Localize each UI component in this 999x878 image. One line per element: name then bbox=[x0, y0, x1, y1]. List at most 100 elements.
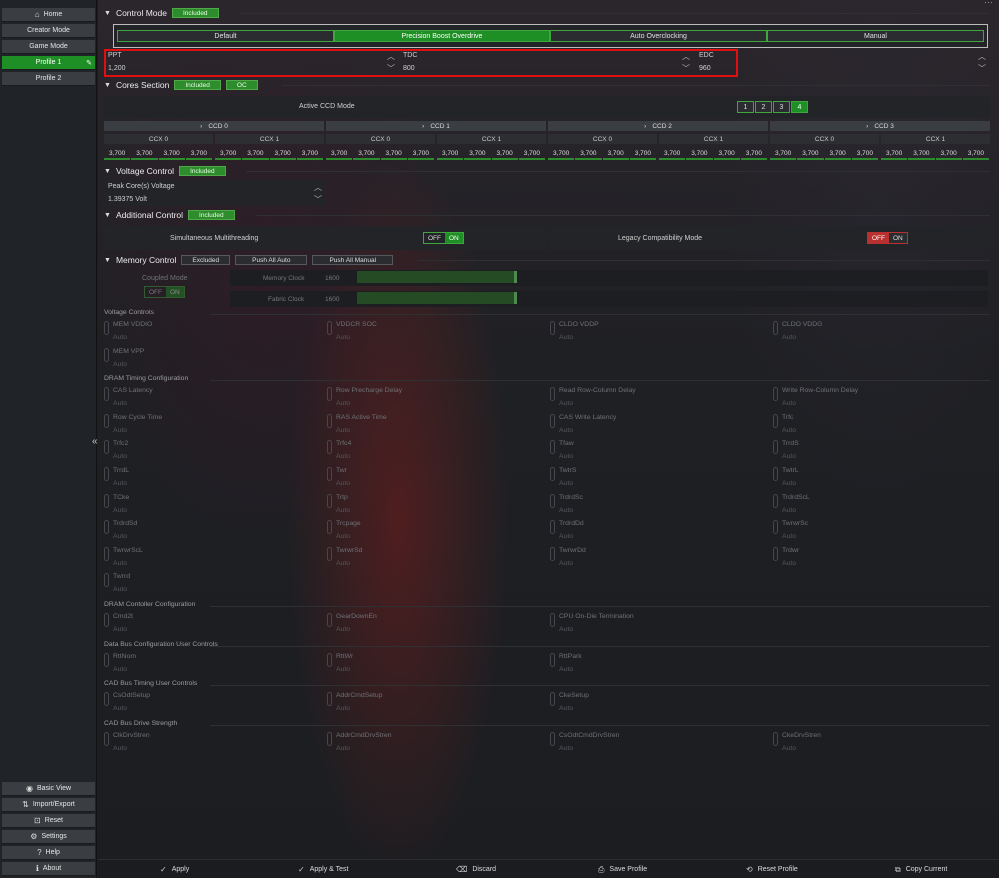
core-frequency-value[interactable]: 3,700 bbox=[548, 150, 575, 160]
toggle-knob-icon[interactable] bbox=[773, 321, 778, 335]
cores-oc-badge[interactable]: OC bbox=[225, 80, 258, 90]
core-frequency-value[interactable]: 3,700 bbox=[326, 150, 353, 160]
core-frequency-value[interactable]: 3,700 bbox=[908, 150, 935, 160]
toggle-knob-icon[interactable] bbox=[104, 440, 109, 455]
mode-precision-boost-overdrive[interactable]: Precision Boost Overdrive bbox=[334, 30, 550, 42]
toggle-knob-icon[interactable] bbox=[550, 652, 555, 667]
toggle-knob-icon[interactable] bbox=[327, 652, 332, 667]
discard-button[interactable]: ⌫ Discard bbox=[456, 863, 496, 876]
sidebar-item-about[interactable]: ℹ About bbox=[2, 862, 95, 876]
core-frequency-value[interactable]: 3,700 bbox=[575, 150, 602, 160]
toggle-knob-icon[interactable] bbox=[773, 440, 778, 455]
sidebar-item-profile-1[interactable]: Profile 1 ✎ bbox=[2, 56, 95, 70]
toggle-knob-icon[interactable] bbox=[550, 467, 555, 481]
toggle-knob-icon[interactable] bbox=[104, 692, 109, 707]
toggle-knob-icon[interactable] bbox=[104, 652, 109, 667]
core-frequency-value[interactable]: 3,700 bbox=[824, 150, 851, 160]
mode-default[interactable]: Default bbox=[117, 30, 334, 42]
core-frequency-value[interactable]: 3,700 bbox=[659, 150, 686, 160]
toggle-knob-icon[interactable] bbox=[327, 613, 332, 627]
sidebar-item-basic-view[interactable]: ◉ Basic View bbox=[2, 782, 95, 796]
additional-control-header[interactable]: ▼ Additional Control Included bbox=[104, 209, 235, 221]
toggle-knob-icon[interactable] bbox=[773, 731, 778, 746]
apply-test-button[interactable]: ✓ Apply & Test bbox=[298, 863, 348, 876]
legacy-toggle[interactable]: OFF ON bbox=[867, 232, 908, 244]
toggle-knob-icon[interactable] bbox=[327, 731, 332, 746]
additional-badge[interactable]: Included bbox=[188, 210, 235, 220]
toggle-knob-icon[interactable] bbox=[550, 692, 555, 707]
toggle-knob-icon[interactable] bbox=[104, 347, 109, 362]
toggle-knob-icon[interactable] bbox=[550, 546, 555, 561]
mode-auto-overclocking[interactable]: Auto Overclocking bbox=[550, 30, 767, 42]
ccd-mode-3[interactable]: 3 bbox=[773, 101, 790, 113]
push-all-manual-button[interactable]: Push All Manual bbox=[312, 255, 394, 265]
sidebar-item-profile-2[interactable]: Profile 2 bbox=[2, 72, 95, 86]
core-frequency-value[interactable]: 3,700 bbox=[518, 150, 545, 160]
core-frequency-value[interactable]: 3,700 bbox=[491, 150, 518, 160]
core-frequency-value[interactable]: 3,700 bbox=[104, 150, 131, 160]
toggle-knob-icon[interactable] bbox=[550, 520, 555, 535]
ccd-mode-1[interactable]: 1 bbox=[737, 101, 754, 113]
voltage-control-header[interactable]: ▼ Voltage Control Included bbox=[104, 165, 226, 177]
edit-icon[interactable]: ✎ bbox=[86, 59, 92, 67]
memory-control-header[interactable]: ▼ Memory Control Excluded Push All Auto … bbox=[104, 254, 394, 266]
toggle-knob-icon[interactable] bbox=[327, 692, 332, 707]
core-frequency-value[interactable]: 3,700 bbox=[158, 150, 185, 160]
toggle-knob-icon[interactable] bbox=[104, 493, 109, 508]
copy-current-button[interactable]: ⧉ Copy Current bbox=[895, 863, 947, 876]
toggle-knob-icon[interactable] bbox=[550, 440, 555, 455]
coupled-mode-toggle[interactable]: OFF ON bbox=[144, 286, 185, 298]
core-frequency-value[interactable]: 3,700 bbox=[629, 150, 656, 160]
toggle-knob-icon[interactable] bbox=[327, 467, 332, 481]
core-frequency-value[interactable]: 3,700 bbox=[602, 150, 629, 160]
core-frequency-value[interactable]: 3,700 bbox=[242, 150, 269, 160]
tdc-up-icon[interactable]: ︿ bbox=[682, 51, 690, 62]
core-frequency-value[interactable]: 3,700 bbox=[269, 150, 296, 160]
voltage-badge[interactable]: Included bbox=[179, 166, 226, 176]
ccd-header[interactable]: › CCD 1 bbox=[326, 121, 546, 131]
toggle-knob-icon[interactable] bbox=[773, 546, 778, 561]
ccd-header[interactable]: › CCD 0 bbox=[104, 121, 324, 131]
core-frequency-value[interactable]: 3,700 bbox=[185, 150, 212, 160]
toggle-knob-icon[interactable] bbox=[104, 573, 109, 588]
toggle-knob-icon[interactable] bbox=[104, 387, 109, 402]
push-all-auto-button[interactable]: Push All Auto bbox=[235, 255, 308, 265]
core-frequency-value[interactable]: 3,700 bbox=[851, 150, 878, 160]
ppt-field[interactable]: PPT 1,200 bbox=[108, 52, 126, 72]
toggle-knob-icon[interactable] bbox=[327, 413, 332, 428]
core-frequency-value[interactable]: 3,700 bbox=[464, 150, 491, 160]
toggle-knob-icon[interactable] bbox=[327, 321, 332, 335]
core-frequency-value[interactable]: 3,700 bbox=[353, 150, 380, 160]
reset-profile-button[interactable]: ⟲ Reset Profile bbox=[746, 863, 798, 876]
window-controls-icon[interactable]: ⋯ bbox=[984, 0, 993, 8]
sidebar-item-import-export[interactable]: ⇅ Import/Export bbox=[2, 798, 95, 812]
core-frequency-value[interactable]: 3,700 bbox=[713, 150, 740, 160]
core-frequency-value[interactable]: 3,700 bbox=[296, 150, 323, 160]
smt-toggle[interactable]: OFF ON bbox=[423, 232, 464, 244]
toggle-knob-icon[interactable] bbox=[550, 731, 555, 746]
toggle-knob-icon[interactable] bbox=[773, 413, 778, 428]
mode-manual[interactable]: Manual bbox=[767, 30, 984, 42]
core-frequency-value[interactable]: 3,700 bbox=[740, 150, 767, 160]
core-frequency-value[interactable]: 3,700 bbox=[962, 150, 989, 160]
memory-badge[interactable]: Excluded bbox=[181, 255, 231, 265]
toggle-knob-icon[interactable] bbox=[104, 613, 109, 627]
core-frequency-value[interactable]: 3,700 bbox=[131, 150, 158, 160]
core-frequency-value[interactable]: 3,700 bbox=[881, 150, 908, 160]
edc-down-icon[interactable]: ﹀ bbox=[978, 63, 986, 74]
voltage-up-icon[interactable]: ︿ bbox=[314, 182, 322, 193]
toggle-knob-icon[interactable] bbox=[327, 493, 332, 508]
toggle-knob-icon[interactable] bbox=[327, 387, 332, 402]
cores-section-header[interactable]: ▼ Cores Section Included OC bbox=[104, 79, 258, 91]
toggle-knob-icon[interactable] bbox=[104, 520, 109, 535]
cores-badge[interactable]: Included bbox=[174, 80, 221, 90]
toggle-knob-icon[interactable] bbox=[550, 413, 555, 428]
toggle-knob-icon[interactable] bbox=[550, 493, 555, 508]
fabric-clock-slider[interactable] bbox=[357, 292, 517, 304]
toggle-knob-icon[interactable] bbox=[773, 493, 778, 508]
ccd-header[interactable]: › CCD 3 bbox=[770, 121, 990, 131]
toggle-knob-icon[interactable] bbox=[773, 520, 778, 535]
toggle-knob-icon[interactable] bbox=[104, 321, 109, 335]
edc-field[interactable]: EDC 960 bbox=[699, 52, 714, 72]
toggle-knob-icon[interactable] bbox=[327, 440, 332, 455]
